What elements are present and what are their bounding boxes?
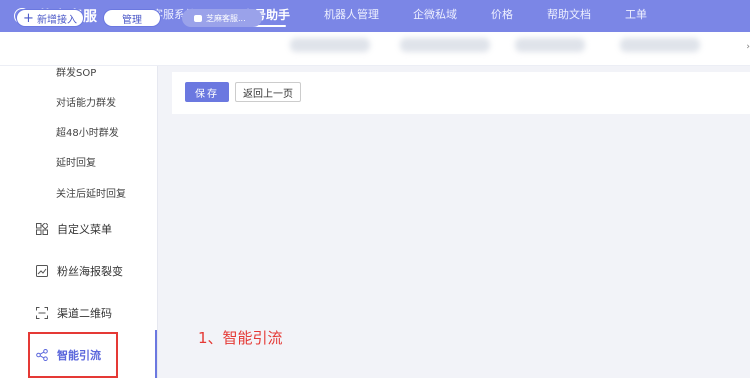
image-icon (36, 265, 48, 277)
sidebar-item-channel-qrcode[interactable]: 渠道二维码 (36, 305, 112, 321)
nav-item-tickets[interactable]: 工单 (625, 0, 647, 32)
sidebar-item-label: 渠道二维码 (57, 307, 112, 320)
add-account-label: 新增接入 (36, 14, 77, 26)
sidebar-subitem-dialog-broadcast[interactable]: 对话能力群发 (56, 94, 116, 109)
scan-icon (36, 307, 48, 319)
account-tab-blurred[interactable] (515, 38, 585, 52)
back-button[interactable]: 返回上一页 (235, 82, 301, 102)
sidebar-subitem-48h-broadcast[interactable]: 超48小时群发 (56, 124, 119, 139)
sidebar-item-label: 自定义菜单 (57, 223, 112, 236)
grid-icon (36, 223, 48, 235)
nav-item-help-docs[interactable]: 帮助文档 (547, 0, 591, 32)
account-tab-active[interactable]: 芝麻客服... (182, 9, 262, 27)
account-tab-blurred[interactable] (290, 38, 370, 52)
active-indicator (155, 330, 157, 378)
plus-icon: + (23, 10, 34, 26)
annotation-text: 1、智能引流 (198, 329, 283, 347)
account-tab-label: 芝麻客服... (206, 13, 246, 23)
chat-icon (194, 14, 202, 22)
nav-item-robot-management[interactable]: 机器人管理 (324, 0, 379, 32)
nav-item-pricing[interactable]: 价格 (491, 0, 513, 32)
sidebar-item-label: 粉丝海报裂变 (57, 265, 123, 278)
manage-button[interactable]: 管理 (103, 9, 161, 27)
account-tab-blurred[interactable] (620, 38, 700, 52)
sidebar-subitem-delayed-reply[interactable]: 延时回复 (56, 154, 96, 169)
save-button[interactable]: 保存 (185, 82, 229, 102)
add-account-button[interactable]: + 新增接入 (16, 9, 84, 27)
sidebar: 群发SOP 对话能力群发 超48小时群发 延时回复 关注后延时回复 自定义菜单 … (0, 66, 158, 378)
tabs-scroll-right-icon[interactable]: › (746, 42, 750, 52)
nav-item-wecom-private[interactable]: 企微私域 (413, 0, 457, 32)
account-tab-blurred[interactable] (400, 38, 490, 52)
highlight-box (28, 332, 118, 378)
sidebar-subitem-sop[interactable]: 群发SOP (56, 64, 96, 79)
sidebar-item-poster-fission[interactable]: 粉丝海报裂变 (36, 263, 123, 279)
sidebar-subitem-follow-delayed-reply[interactable]: 关注后延时回复 (56, 185, 126, 200)
sidebar-item-custom-menu[interactable]: 自定义菜单 (36, 221, 112, 237)
